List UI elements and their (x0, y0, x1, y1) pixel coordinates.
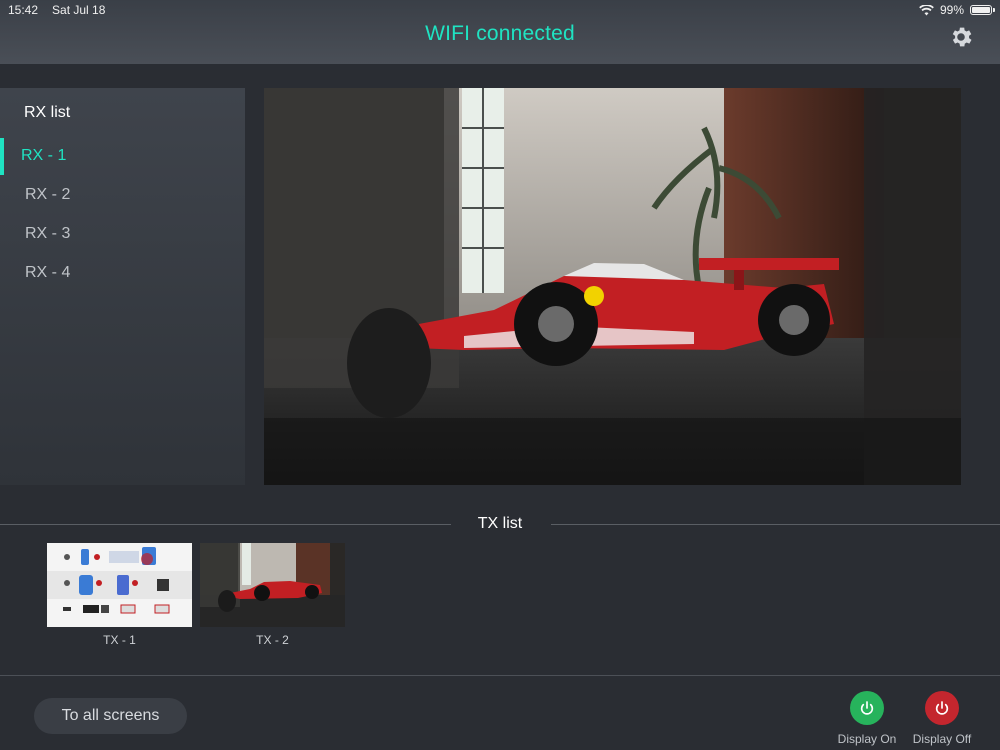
tx-list-title: TX list (477, 515, 523, 532)
rx-item-4[interactable]: RX - 4 (0, 254, 245, 293)
rx-item-label: RX - 1 (21, 147, 67, 164)
status-date: Sat Jul 18 (52, 3, 106, 17)
status-bar: 15:42 Sat Jul 18 99% (0, 0, 1000, 20)
display-off-label: Display Off (912, 732, 972, 746)
rx-preview-image (264, 88, 961, 485)
to-all-screens-button[interactable]: To all screens (34, 698, 187, 734)
rx-list-panel: RX list RX - 1 RX - 2 RX - 3 RX - 4 (0, 88, 245, 485)
tx-thumbnail (47, 543, 192, 627)
power-icon (935, 701, 949, 715)
battery-percent: 99% (939, 3, 964, 17)
gear-icon[interactable] (948, 24, 974, 50)
battery-icon (970, 5, 995, 15)
status-time: 15:42 (8, 3, 39, 17)
rx-item-label: RX - 3 (25, 225, 71, 242)
footer-divider (0, 675, 1000, 676)
battery-fill (972, 7, 990, 13)
display-off-button[interactable] (925, 691, 959, 725)
rx-item-label: RX - 4 (25, 264, 71, 281)
diagram-thumbnail (47, 543, 192, 627)
tx-item-2[interactable]: TX - 2 (200, 543, 345, 647)
display-on-label: Display On (837, 732, 897, 746)
rx-item-2[interactable]: RX - 2 (0, 176, 245, 215)
power-icon (860, 701, 874, 715)
rx-item-label: RX - 2 (25, 186, 71, 203)
rx-item-3[interactable]: RX - 3 (0, 215, 245, 254)
tx-item-label: TX - 2 (256, 633, 289, 647)
tx-item-1[interactable]: TX - 1 (47, 543, 192, 647)
rx-list-title: RX list (24, 104, 71, 121)
connection-status-title: WIFI connected (425, 22, 575, 45)
rx-item-1[interactable]: RX - 1 (0, 137, 245, 176)
tx-item-label: TX - 1 (103, 633, 136, 647)
display-on-button[interactable] (850, 691, 884, 725)
race-car-thumbnail (200, 543, 345, 627)
wifi-icon (919, 4, 934, 16)
race-car-scene (264, 88, 961, 485)
tx-thumbnail (200, 543, 345, 627)
